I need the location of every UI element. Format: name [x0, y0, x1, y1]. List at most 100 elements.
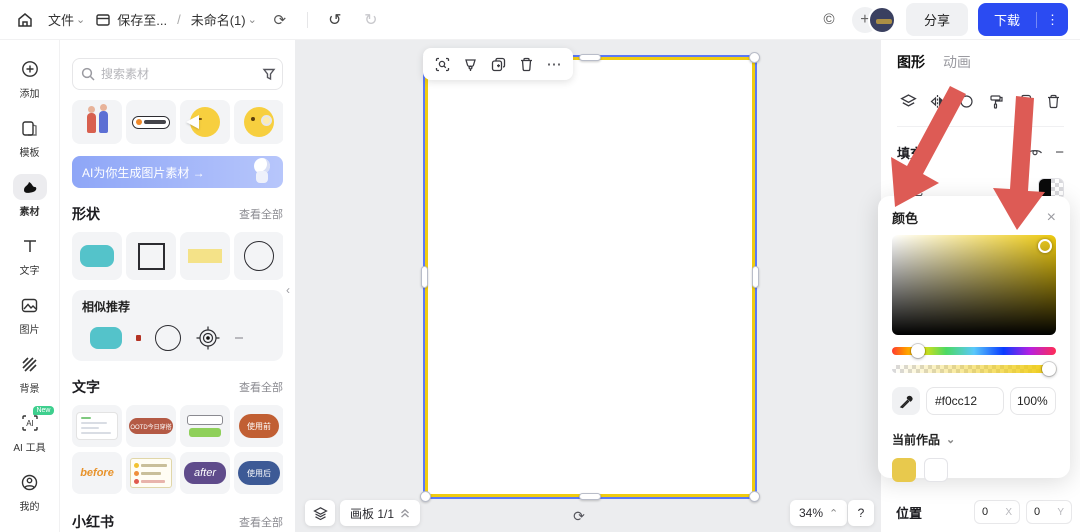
hue-slider-handle[interactable]	[911, 344, 925, 358]
panel-collapse-button[interactable]: ‹	[286, 276, 296, 304]
search-input[interactable]	[101, 67, 256, 81]
sidebar-item-templates[interactable]: 模板	[4, 109, 56, 166]
text-view-all-link[interactable]: 查看全部	[239, 379, 283, 395]
path-separator: /	[177, 12, 181, 27]
position-y-input[interactable]: 0 Y	[1026, 500, 1072, 524]
similar-thumb-dash[interactable]	[235, 337, 243, 339]
similar-thumb-crosshair[interactable]	[195, 325, 221, 351]
position-x-input[interactable]: 0 X	[974, 500, 1020, 524]
similar-recommend-box: 相似推荐	[72, 290, 283, 361]
layer-order-icon[interactable]	[897, 90, 919, 112]
rotate-handle-icon[interactable]: ⟳	[571, 508, 587, 524]
doc-swatch-white[interactable]	[924, 458, 948, 482]
doc-swatch-yellow[interactable]	[892, 458, 916, 482]
artboard-selected-shape[interactable]	[425, 57, 755, 497]
hidden-icon[interactable]	[955, 90, 977, 112]
shape-thumb-rounded-rect[interactable]	[72, 232, 122, 280]
filter-funnel-icon[interactable]	[262, 67, 276, 81]
download-button[interactable]: 下载	[978, 3, 1036, 36]
collaborators: +	[852, 6, 896, 34]
canvas-area[interactable]: ⋯ 画板 1/1 ⟳ 34% ⌃ ?	[295, 40, 880, 532]
hex-color-input[interactable]	[926, 387, 1004, 415]
save-to-control[interactable]: 保存至...	[95, 10, 167, 29]
style-roller-icon[interactable]	[984, 90, 1006, 112]
hue-slider[interactable]	[892, 347, 1056, 355]
resize-handle-bottom-left[interactable]	[420, 491, 431, 502]
text-sticker-thumb[interactable]: 使用前	[234, 405, 283, 447]
text-sticker-thumb[interactable]	[72, 405, 122, 447]
saturation-value-area[interactable]	[892, 235, 1056, 335]
sidebar-item-assets[interactable]: 素材	[4, 168, 56, 225]
flip-icon[interactable]	[926, 90, 948, 112]
text-sticker-thumb[interactable]: after	[180, 452, 230, 494]
similar-thumb-rounded-rect[interactable]	[90, 327, 122, 349]
shape-thumb-square[interactable]	[126, 232, 176, 280]
add-icon	[13, 56, 47, 82]
text-sticker-thumb[interactable]: OOTD今日穿搭	[126, 405, 176, 447]
vectorize-pen-icon[interactable]	[457, 51, 483, 77]
sync-icon[interactable]: ⟳	[267, 7, 293, 33]
ai-generate-banner[interactable]: AI为你生成图片素材 →	[72, 156, 283, 188]
close-icon[interactable]: ×	[1047, 210, 1056, 226]
text-sticker-thumb[interactable]: before	[72, 452, 122, 494]
astronaut-illustration	[249, 158, 275, 186]
share-button[interactable]: 分享	[906, 3, 968, 36]
opacity-input[interactable]	[1010, 387, 1056, 415]
sticker-thumb[interactable]	[234, 100, 283, 144]
sticker-thumb[interactable]	[72, 100, 122, 144]
xhs-view-all-link[interactable]: 查看全部	[239, 514, 283, 530]
doc-name-control[interactable]: 未命名(1) ⌄	[191, 10, 257, 29]
remove-fill-icon[interactable]: −	[1055, 144, 1064, 161]
resize-handle-top-right[interactable]	[749, 52, 760, 63]
shape-thumb-circle[interactable]	[234, 232, 283, 280]
shapes-row	[72, 232, 283, 280]
resize-handle-bottom-right[interactable]	[749, 491, 760, 502]
zoom-control[interactable]: 34% ⌃	[790, 500, 847, 526]
assets-brush-icon	[13, 174, 47, 200]
visibility-eye-icon[interactable]	[1027, 145, 1043, 161]
resize-handle-bottom[interactable]	[579, 493, 601, 500]
board-pager[interactable]: 画板 1/1	[340, 500, 420, 526]
redo-button[interactable]: ↻	[358, 7, 384, 33]
text-sticker-thumb[interactable]	[126, 452, 176, 494]
alpha-slider-handle[interactable]	[1042, 362, 1056, 376]
sv-cursor[interactable]	[1038, 239, 1052, 253]
sidebar-item-images[interactable]: 图片	[4, 286, 56, 343]
sidebar-item-ai-tools[interactable]: New AI AI 工具	[4, 404, 56, 461]
asset-search[interactable]	[72, 58, 283, 90]
layers-button[interactable]	[305, 500, 335, 526]
trash-icon[interactable]	[1042, 90, 1064, 112]
similar-thumb-dot[interactable]	[136, 335, 141, 341]
help-button[interactable]: ?	[848, 500, 874, 526]
sticker-thumb[interactable]	[180, 100, 230, 144]
duplicate-icon[interactable]	[485, 51, 511, 77]
eyedropper-icon[interactable]	[892, 387, 920, 415]
copyright-icon[interactable]: ©	[816, 7, 842, 33]
more-options-icon[interactable]: ⋯	[541, 51, 567, 77]
sidebar-item-background[interactable]: 背景	[4, 345, 56, 402]
tab-shape[interactable]: 图形	[897, 52, 925, 72]
undo-button[interactable]: ↺	[322, 7, 348, 33]
download-more-button[interactable]: ⋮	[1037, 5, 1068, 35]
current-doc-colors-toggle[interactable]: 当前作品 ⌄	[892, 431, 1056, 448]
resize-handle-left[interactable]	[421, 266, 428, 288]
resize-handle-top[interactable]	[579, 54, 601, 61]
similar-thumb-circle[interactable]	[155, 325, 181, 351]
shape-thumb-rectangle[interactable]	[180, 232, 230, 280]
sticker-thumb[interactable]	[126, 100, 176, 144]
resize-handle-right[interactable]	[752, 266, 759, 288]
text-sticker-thumb[interactable]	[180, 405, 230, 447]
alpha-slider[interactable]	[892, 365, 1056, 373]
sidebar-item-add[interactable]: 添加	[4, 50, 56, 107]
delete-icon[interactable]	[513, 51, 539, 77]
sidebar-item-text[interactable]: 文字	[4, 227, 56, 284]
tab-animation[interactable]: 动画	[943, 52, 971, 72]
shapes-view-all-link[interactable]: 查看全部	[239, 206, 283, 222]
text-sticker-thumb[interactable]: 使用后	[234, 452, 283, 494]
user-avatar[interactable]	[868, 6, 896, 34]
file-menu[interactable]: 文件 ⌄	[48, 10, 85, 29]
copy-icon[interactable]	[1013, 90, 1035, 112]
search-similar-icon[interactable]	[429, 51, 455, 77]
home-icon[interactable]	[12, 7, 38, 33]
sidebar-item-mine[interactable]: 我的	[4, 463, 56, 520]
